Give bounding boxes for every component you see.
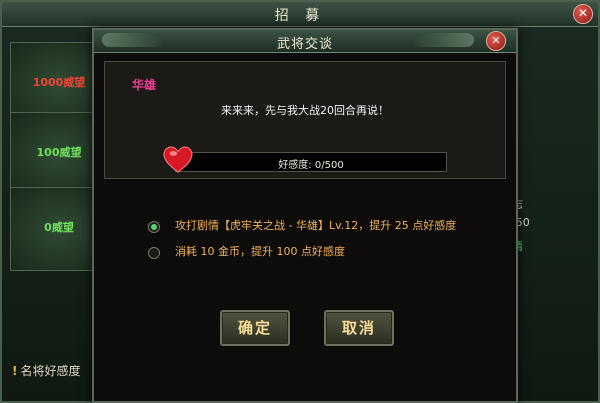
recruit-titlebar: 招 募 ✕ xyxy=(2,2,598,27)
close-icon[interactable]: ✕ xyxy=(486,31,506,51)
dialog-title: 武将交谈 xyxy=(276,37,333,52)
radio-button-selected[interactable] xyxy=(148,221,160,233)
radio-button[interactable] xyxy=(148,247,160,259)
option-label: 消耗 10 金币，提升 100 点好感度 xyxy=(175,245,345,258)
hint-text: 名将好感度 xyxy=(20,364,81,378)
option-label: 攻打剧情【虎牢关之战 - 华雄】Lv.12，提升 25 点好感度 xyxy=(175,219,457,232)
npc-name: 华雄 xyxy=(132,78,157,92)
heart-icon xyxy=(163,146,193,173)
general-talk-dialog: 武将交谈 ✕ 华雄 来来来，先与我大战20回合再说！ 好感度: 0/500 攻打… xyxy=(92,28,518,403)
favor-label: 好感度: 0/500 xyxy=(278,160,344,171)
close-icon[interactable]: ✕ xyxy=(573,4,593,24)
recruit-title: 招 募 xyxy=(274,8,326,24)
favor-progress-bar: 好感度: 0/500 xyxy=(175,152,447,172)
exclamation-icon: ! xyxy=(12,364,18,378)
speech-box: 华雄 来来来，先与我大战20回合再说！ 好感度: 0/500 xyxy=(104,61,506,179)
cancel-button[interactable]: 取消 xyxy=(324,310,394,346)
confirm-button[interactable]: 确定 xyxy=(220,310,290,346)
npc-dialogue: 来来来，先与我大战20回合再说！ xyxy=(221,104,389,117)
dialog-titlebar: 武将交谈 ✕ xyxy=(94,30,516,53)
